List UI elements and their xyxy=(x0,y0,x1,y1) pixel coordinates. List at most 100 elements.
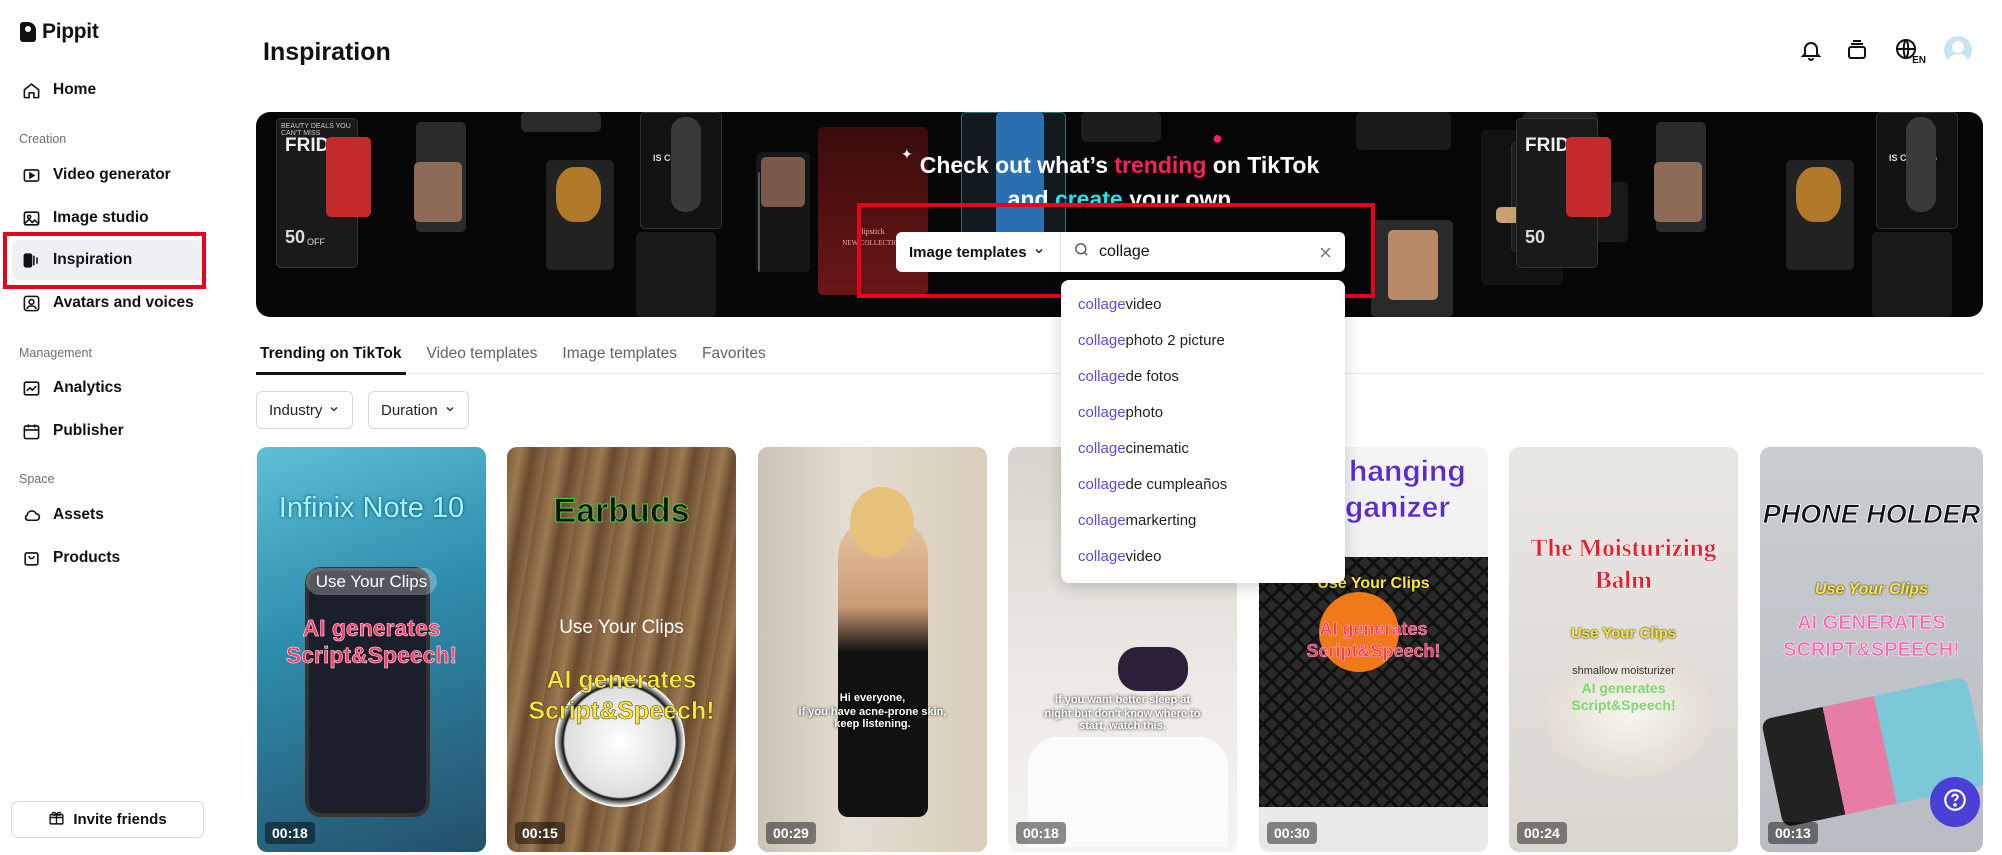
sidebar-item-label: Image studio xyxy=(53,209,149,226)
card-duration: 00:18 xyxy=(265,822,315,844)
template-card[interactable]: Hi everyone, if you have acne-prone skin… xyxy=(758,447,987,852)
search-suggestion[interactable]: collage video xyxy=(1061,286,1345,322)
bell-icon[interactable] xyxy=(1798,37,1824,63)
card-duration: 00:15 xyxy=(515,822,565,844)
section-label-management: Management xyxy=(19,346,92,360)
duration-filter[interactable]: Duration xyxy=(368,391,469,429)
card-title: Earbuds xyxy=(553,492,690,531)
card-caption-line2: SCRIPT&SPEECH! xyxy=(1783,639,1960,662)
invite-friends-button[interactable]: Invite friends xyxy=(11,801,204,838)
sidebar-item-products[interactable]: Products xyxy=(12,538,203,578)
sidebar-item-assets[interactable]: Assets xyxy=(12,495,203,535)
pippit-logo-icon xyxy=(20,22,36,42)
sidebar: Pippit Home Creation Video generator Ima… xyxy=(0,0,215,855)
question-icon xyxy=(1942,787,1968,818)
section-label-creation: Creation xyxy=(19,132,67,146)
section-label-space: Space xyxy=(19,472,55,486)
card-duration: 00:13 xyxy=(1768,822,1818,844)
tab-video-templates[interactable]: Video templates xyxy=(423,334,542,374)
card-duration: 00:30 xyxy=(1267,822,1317,844)
card-caption-line2: night but don't know where to start, wat… xyxy=(1044,708,1201,732)
search-suggestions-dropdown: collage video collage photo 2 picture col… xyxy=(1061,280,1345,583)
bag-icon xyxy=(21,548,41,568)
tab-trending-on-tiktok[interactable]: Trending on TikTok xyxy=(256,334,406,375)
search-suggestion[interactable]: collage markerting xyxy=(1061,502,1345,538)
card-product-text: shmallow moisturizer xyxy=(1572,665,1675,677)
app-logo[interactable]: Pippit xyxy=(20,20,99,44)
filter-label: Duration xyxy=(381,401,438,419)
card-caption: AI GENERATES xyxy=(1797,612,1946,635)
industry-filter[interactable]: Industry xyxy=(256,391,354,429)
highlight-box-inspiration xyxy=(3,232,206,289)
card-title: The Moisturizing xyxy=(1530,535,1717,563)
analytics-icon xyxy=(21,378,41,398)
template-card[interactable]: Infinix Note 10 Use Your Clips AI genera… xyxy=(257,447,486,852)
gift-icon xyxy=(48,809,65,830)
card-duration: 00:24 xyxy=(1517,822,1567,844)
card-caption-line2: if you have acne-prone skin, keep listen… xyxy=(798,706,947,730)
search-suggestion[interactable]: collage de fotos xyxy=(1061,358,1345,394)
chevron-down-icon xyxy=(444,402,456,419)
template-card[interactable]: Earbuds Use Your Clips AI generates Scri… xyxy=(507,447,736,852)
sidebar-item-label: Publisher xyxy=(53,422,124,439)
page-title: Inspiration xyxy=(263,38,391,66)
home-icon xyxy=(21,80,41,100)
card-thumbnail-person xyxy=(838,517,928,817)
card-thumbnail-hair xyxy=(850,487,914,557)
language-code: EN xyxy=(1912,55,1926,66)
banner-phone-image xyxy=(1388,230,1438,300)
sidebar-item-label: Avatars and voices xyxy=(53,294,194,311)
search-suggestion[interactable]: collage photo xyxy=(1061,394,1345,430)
banner-phone-image xyxy=(636,232,716,317)
search-suggestion[interactable]: collage video xyxy=(1061,538,1345,574)
card-duration: 00:18 xyxy=(1016,822,1066,844)
sidebar-item-publisher[interactable]: Publisher xyxy=(12,411,203,451)
header-actions: EN xyxy=(1798,36,1972,66)
sidebar-item-home[interactable]: Home xyxy=(12,70,203,110)
language-selector[interactable]: EN xyxy=(1890,37,1926,66)
image-studio-icon xyxy=(21,208,41,228)
sidebar-item-avatars-voices[interactable]: Avatars and voices xyxy=(12,283,203,323)
banner-phone-image xyxy=(1872,232,1952,317)
card-thumbnail-phone xyxy=(305,567,430,817)
card-subtitle: Use Your Clips xyxy=(1570,625,1677,642)
card-duration: 00:29 xyxy=(766,822,816,844)
template-card[interactable]: The Moisturizing Balm Use Your Clips shm… xyxy=(1509,447,1738,852)
avatar-voice-icon xyxy=(21,293,41,313)
card-caption: AI generates Script&Speech! xyxy=(1571,680,1676,713)
help-button[interactable] xyxy=(1930,777,1980,827)
calendar-icon xyxy=(21,421,41,441)
banner-headline-line1: Check out what’s trending on TikTok xyxy=(919,152,1320,178)
card-title: PHONE HOLDER xyxy=(1762,499,1981,530)
sidebar-item-video-generator[interactable]: Video generator xyxy=(12,155,203,195)
card-thumbnail-mask xyxy=(1118,647,1188,691)
sidebar-item-label: Home xyxy=(53,81,97,98)
search-suggestion[interactable]: collage de cumpleaños xyxy=(1061,466,1345,502)
sidebar-item-label: Assets xyxy=(53,506,104,523)
card-caption-line1: Hi everyone, xyxy=(839,692,906,704)
card-caption: AI generates Script&Speech! xyxy=(285,615,458,669)
droplet-icon: ● xyxy=(1212,128,1223,148)
cloud-icon xyxy=(21,505,41,525)
filter-label: Industry xyxy=(269,401,323,419)
app-name: Pippit xyxy=(42,20,99,43)
card-caption-line1: If you want better sleep at xyxy=(1054,694,1191,706)
card-subtitle: Use Your Clips xyxy=(257,568,486,595)
tab-image-templates[interactable]: Image templates xyxy=(558,334,681,374)
chevron-down-icon xyxy=(328,402,340,419)
sidebar-item-analytics[interactable]: Analytics xyxy=(12,368,203,408)
card-caption: AI generates Script&Speech! xyxy=(1306,619,1441,661)
search-suggestion[interactable]: collage cinematic xyxy=(1061,430,1345,466)
stack-icon[interactable] xyxy=(1844,37,1870,63)
video-generator-icon xyxy=(21,165,41,185)
card-title-line2: Balm xyxy=(1595,567,1652,595)
user-avatar[interactable] xyxy=(1944,36,1972,64)
invite-friends-label: Invite friends xyxy=(73,811,167,828)
card-subtitle: Use Your Clips xyxy=(1815,581,1928,598)
banner-headline-line2: and create your own xyxy=(1007,186,1232,204)
search-suggestion[interactable]: collage photo 2 picture xyxy=(1061,322,1345,358)
banner-phone-image xyxy=(1356,112,1451,150)
sidebar-item-label: Video generator xyxy=(53,166,171,183)
card-caption: AI generates Script&Speech! xyxy=(528,666,715,726)
tab-favorites[interactable]: Favorites xyxy=(698,334,770,374)
